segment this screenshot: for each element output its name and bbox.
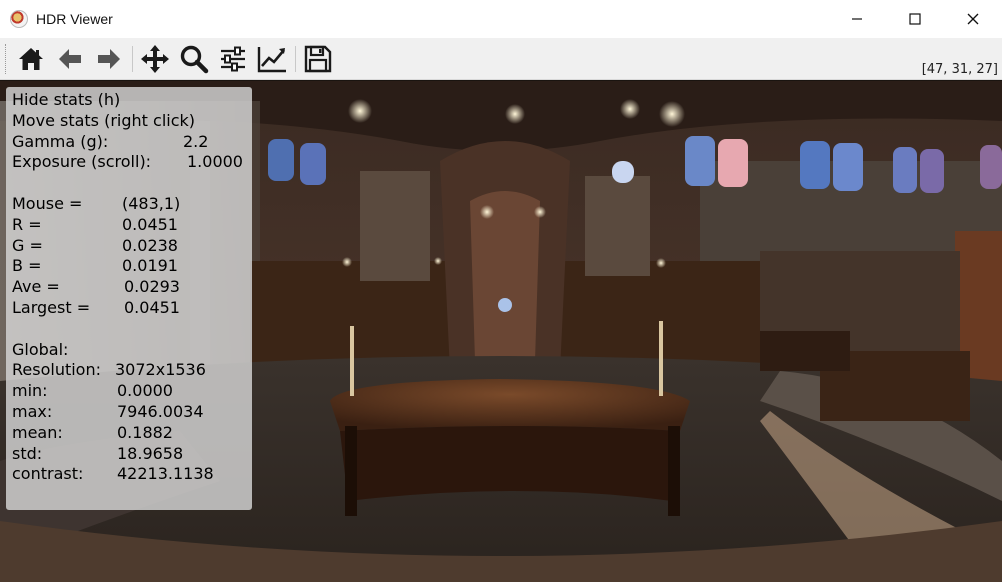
largest-value: 0.0451 xyxy=(124,297,180,317)
g-label: G = xyxy=(12,235,43,255)
mean-value: 0.1882 xyxy=(117,422,173,442)
pixel-value-readout: [47, 31, 27] xyxy=(921,62,998,77)
home-icon xyxy=(19,48,43,70)
pan-button[interactable] xyxy=(139,43,171,75)
b-row: B = 0.0191 xyxy=(12,256,252,277)
minimize-button[interactable] xyxy=(828,0,886,38)
adjust-button[interactable] xyxy=(217,43,249,75)
line-chart-icon xyxy=(257,47,286,73)
app-logo-icon xyxy=(10,10,28,28)
max-label: max: xyxy=(12,401,53,421)
resolution-label: Resolution: xyxy=(12,360,101,380)
min-value: 0.0000 xyxy=(117,381,173,401)
max-row: max: 7946.0034 xyxy=(12,402,252,423)
global-heading: Global: xyxy=(12,339,69,359)
maximize-button[interactable] xyxy=(886,0,944,38)
mouse-row: Mouse = (483,1) xyxy=(12,194,252,215)
plot-button[interactable] xyxy=(256,43,288,75)
hide-stats-hint: Hide stats (h) xyxy=(12,90,121,109)
r-row: R = 0.0451 xyxy=(12,215,252,236)
close-icon xyxy=(967,13,979,25)
toolbar-separator xyxy=(295,46,296,72)
max-value: 7946.0034 xyxy=(117,401,204,421)
zoom-icon xyxy=(180,45,209,74)
contrast-row: contrast: 42213.1138 xyxy=(12,464,252,485)
resolution-value: 3072x1536 xyxy=(115,360,206,380)
hdr-image-canvas[interactable]: Hide stats (h) Move stats (right click) … xyxy=(0,81,1002,582)
gamma-row: Gamma (g): 2.2 xyxy=(12,132,252,153)
forward-arrow-icon xyxy=(98,49,120,69)
window-controls xyxy=(828,0,1002,38)
gamma-label: Gamma (g): xyxy=(12,131,109,151)
back-arrow-icon xyxy=(59,49,81,69)
maximize-icon xyxy=(909,13,921,25)
close-button[interactable] xyxy=(944,0,1002,38)
ave-value: 0.0293 xyxy=(124,277,180,297)
sliders-icon xyxy=(221,46,245,72)
minimize-icon xyxy=(852,18,862,20)
zoom-button[interactable] xyxy=(178,43,210,75)
save-icon xyxy=(304,45,332,73)
gamma-value: 2.2 xyxy=(183,131,209,151)
pan-icon xyxy=(141,45,169,73)
mouse-value: (483,1) xyxy=(122,193,181,213)
stats-overlay[interactable]: Hide stats (h) Move stats (right click) … xyxy=(6,87,252,510)
home-button[interactable] xyxy=(15,43,47,75)
g-value: 0.0238 xyxy=(122,235,178,255)
save-button[interactable] xyxy=(302,43,334,75)
ave-row: Ave = 0.0293 xyxy=(12,277,252,298)
std-row: std: 18.9658 xyxy=(12,444,252,465)
exposure-label: Exposure (scroll): xyxy=(12,152,152,172)
largest-row: Largest = 0.0451 xyxy=(12,298,252,319)
toolbar-grip[interactable] xyxy=(5,44,8,74)
mean-row: mean: 0.1882 xyxy=(12,423,252,444)
title-bar: HDR Viewer xyxy=(0,0,1002,38)
contrast-label: contrast: xyxy=(12,464,84,484)
exposure-row: Exposure (scroll): 1.0000 xyxy=(12,152,252,173)
toolbar: [47, 31, 27] xyxy=(0,38,1002,80)
r-value: 0.0451 xyxy=(122,214,178,234)
largest-label: Largest = xyxy=(12,297,91,317)
resolution-row: Resolution: 3072x1536 xyxy=(12,360,252,381)
r-label: R = xyxy=(12,214,42,234)
g-row: G = 0.0238 xyxy=(12,236,252,257)
mean-label: mean: xyxy=(12,422,63,442)
contrast-value: 42213.1138 xyxy=(117,464,214,484)
min-row: min: 0.0000 xyxy=(12,381,252,402)
toolbar-separator xyxy=(132,46,133,72)
exposure-value: 1.0000 xyxy=(187,152,243,172)
std-value: 18.9658 xyxy=(117,443,184,463)
mouse-label: Mouse = xyxy=(12,193,83,213)
forward-button[interactable] xyxy=(93,43,125,75)
std-label: std: xyxy=(12,443,43,463)
b-value: 0.0191 xyxy=(122,256,178,276)
back-button[interactable] xyxy=(54,43,86,75)
window-title: HDR Viewer xyxy=(36,11,113,27)
b-label: B = xyxy=(12,256,42,276)
move-stats-hint: Move stats (right click) xyxy=(12,110,196,130)
ave-label: Ave = xyxy=(12,277,60,297)
min-label: min: xyxy=(12,381,48,401)
